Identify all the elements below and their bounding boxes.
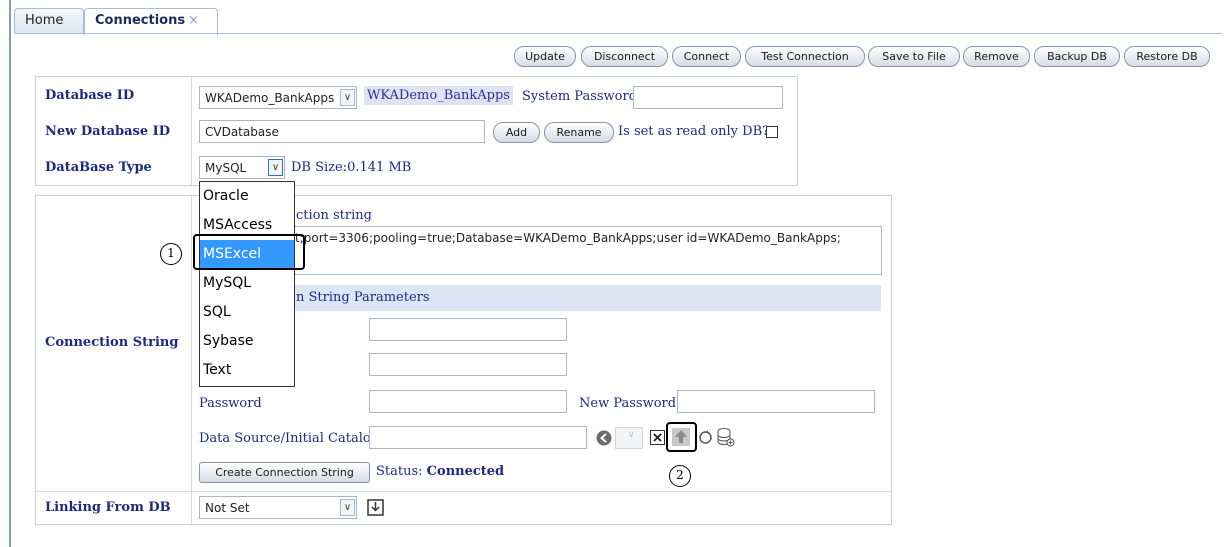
tab-connections[interactable]: Connections × — [84, 8, 218, 35]
connection-string-header: ction string — [296, 208, 372, 223]
system-password-field[interactable] — [633, 86, 783, 109]
password-field[interactable] — [369, 390, 567, 413]
refresh-icon[interactable] — [698, 430, 713, 445]
rename-button[interactable]: Rename — [544, 122, 614, 143]
database-id-display: WKADemo_BankApps — [364, 86, 513, 105]
database-id-select-value: WKADemo_BankApps — [205, 91, 335, 105]
backup-db-button[interactable]: Backup DB — [1034, 46, 1120, 67]
system-password-label: System Password — [522, 89, 638, 104]
status-label-text: Status: — [376, 464, 423, 479]
status-label: Status: Connected — [376, 464, 504, 479]
data-source-label: Data Source/Initial Catalog — [199, 431, 380, 446]
dropdown-option-text[interactable]: Text — [200, 356, 294, 385]
create-connection-string-button[interactable]: Create Connection String — [199, 462, 370, 483]
new-password-label: New Password: — [579, 396, 681, 411]
test-connection-button[interactable]: Test Connection — [745, 46, 865, 67]
tab-home-label: Home — [25, 13, 64, 28]
new-password-field[interactable] — [677, 390, 875, 413]
add-button[interactable]: Add — [493, 122, 540, 143]
linking-from-db-value: Not Set — [205, 501, 250, 515]
connection-params-header-label: n String Parameters — [296, 290, 430, 305]
dropdown-option-mysql[interactable]: MySQL — [200, 269, 294, 298]
connection-string-value: t;port=3306;pooling=true;Database=WKADem… — [295, 231, 841, 245]
db-size-label: DB Size:0.141 MB — [291, 160, 412, 175]
disabled-select: ∨ — [615, 427, 643, 449]
new-database-id-label: New Database ID — [45, 124, 170, 139]
database-id-label: Database ID — [45, 88, 135, 103]
page-left-border — [9, 0, 11, 547]
database-type-dropdown: Oracle MSAccess MSExcel MySQL SQL Sybase… — [199, 181, 295, 387]
import-icon[interactable] — [367, 499, 384, 516]
remove-button[interactable]: Remove — [963, 46, 1030, 67]
password-label: Password — [199, 396, 262, 411]
chevron-down-icon[interactable]: ∨ — [268, 159, 283, 176]
tab-connections-label: Connections — [95, 13, 186, 28]
restore-db-button[interactable]: Restore DB — [1124, 46, 1210, 67]
new-database-id-field[interactable]: CVDatabase — [199, 120, 485, 143]
panel-column-divider — [191, 77, 192, 185]
callout-box-2 — [666, 422, 697, 452]
param-field-2[interactable] — [369, 353, 567, 376]
chevron-down-icon: ∨ — [628, 430, 635, 440]
chevron-down-icon: ∨ — [340, 499, 355, 516]
data-source-field[interactable] — [369, 426, 587, 449]
callout-box-1 — [193, 234, 305, 270]
status-value: Connected — [426, 464, 505, 479]
dropdown-option-oracle[interactable]: Oracle — [200, 182, 294, 211]
tab-home[interactable]: Home — [14, 8, 84, 34]
connect-button[interactable]: Connect — [672, 46, 741, 67]
dropdown-option-sql[interactable]: SQL — [200, 298, 294, 327]
database-type-label: DataBase Type — [45, 160, 152, 175]
database-id-select[interactable]: WKADemo_BankApps ∨ — [199, 86, 357, 109]
callout-number-1: 1 — [160, 243, 182, 265]
back-arrow-icon[interactable] — [596, 430, 612, 446]
disconnect-button[interactable]: Disconnect — [581, 46, 668, 67]
save-to-file-button[interactable]: Save to File — [868, 46, 960, 67]
connection-string-label: Connection String — [45, 335, 179, 350]
database-type-select-value: MySQL — [205, 161, 247, 175]
database-type-select[interactable]: MySQL ∨ — [199, 156, 285, 179]
update-button[interactable]: Update — [514, 46, 576, 67]
panel-row-divider — [36, 491, 891, 492]
callout-number-2: 2 — [669, 465, 691, 487]
database-add-icon[interactable] — [716, 427, 735, 447]
tab-bar: Home Connections × — [14, 8, 1222, 35]
dropdown-option-sybase[interactable]: Sybase — [200, 327, 294, 356]
read-only-label: Is set as read only DB? — [618, 124, 770, 139]
read-only-checkbox[interactable] — [766, 126, 778, 138]
linking-from-db-label: Linking From DB — [45, 500, 171, 515]
clear-x-icon[interactable] — [650, 430, 665, 445]
tab-close-icon[interactable]: × — [188, 13, 199, 28]
chevron-down-icon: ∨ — [340, 89, 355, 106]
panel-column-divider — [191, 196, 192, 524]
param-field-1[interactable] — [369, 318, 567, 341]
tab-bar-divider — [14, 33, 1222, 34]
connection-params-header: n String Parameters — [199, 285, 881, 311]
linking-from-db-select[interactable]: Not Set ∨ — [199, 496, 357, 519]
